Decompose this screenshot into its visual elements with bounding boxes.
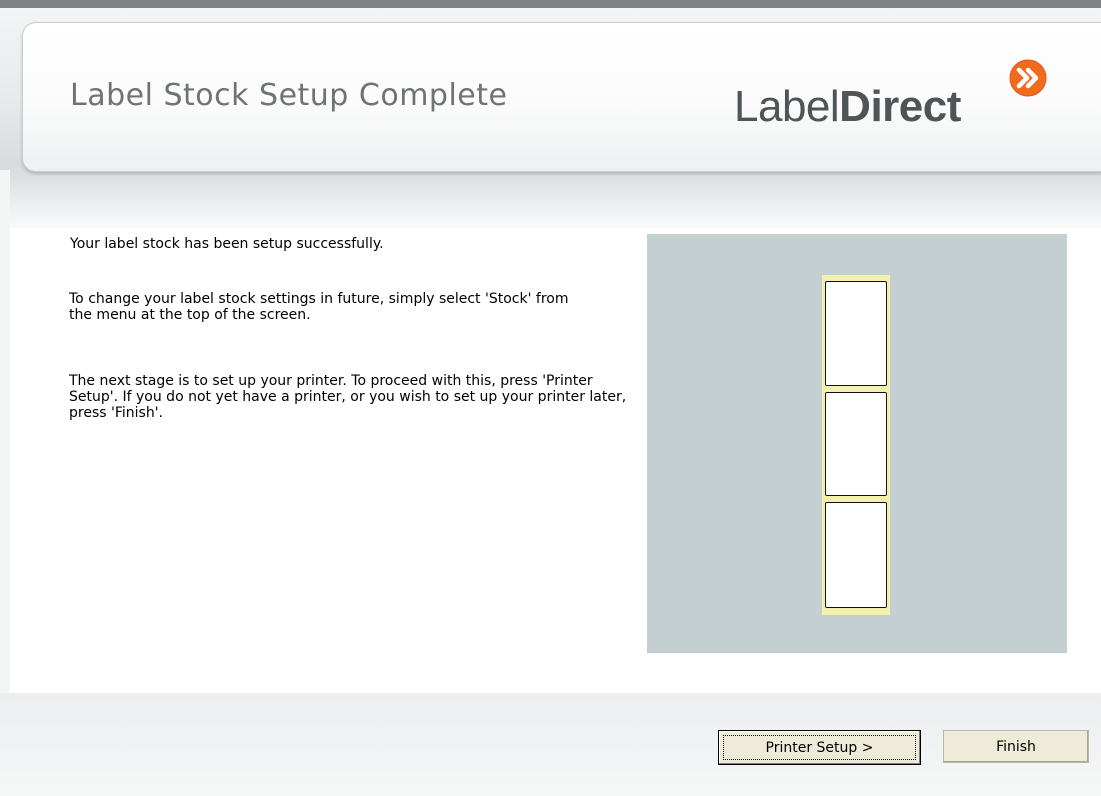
success-message: Your label stock has been setup successf… <box>70 236 384 252</box>
finish-button[interactable]: Finish <box>943 730 1089 763</box>
double-chevron-right-icon <box>1009 59 1047 97</box>
label-cell <box>825 281 887 386</box>
label-cell <box>825 392 887 496</box>
labeldirect-logo: LabelDirect <box>734 58 1064 148</box>
logo-text-regular: Label <box>734 82 840 131</box>
footer-bar <box>0 693 1101 796</box>
window-top-strip <box>0 0 1101 8</box>
label-cell <box>825 502 887 608</box>
logo-wordmark: LabelDirect <box>734 82 961 132</box>
next-stage-message: The next stage is to set up your printer… <box>69 373 627 421</box>
printer-setup-button[interactable]: Printer Setup > <box>718 730 921 765</box>
finish-label: Finish <box>996 738 1036 755</box>
printer-setup-label: Printer Setup > <box>765 739 874 756</box>
left-border <box>0 170 10 710</box>
logo-text-bold: Direct <box>839 82 961 131</box>
change-settings-message: To change your label stock settings in f… <box>69 291 569 323</box>
page-title: Label Stock Setup Complete <box>70 78 508 113</box>
